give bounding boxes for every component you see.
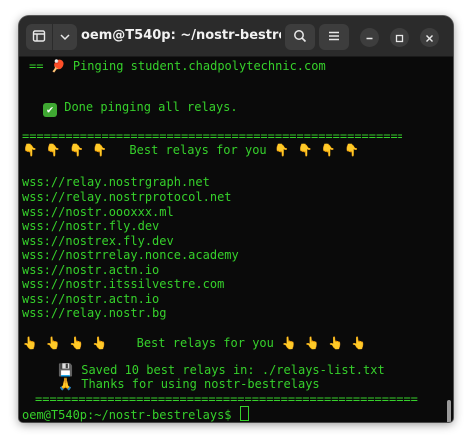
hamburger-menu-button[interactable] bbox=[319, 24, 349, 50]
minimize-button[interactable] bbox=[360, 28, 379, 47]
search-icon bbox=[293, 28, 307, 47]
best-header-line: 👇 👇 👇 👇 Best relays for you 👇 👇 👇 👇 bbox=[22, 143, 360, 158]
pointing-up-icon: 👆 bbox=[68, 336, 84, 350]
relay-line: wss://nostr.actn.io bbox=[22, 263, 160, 277]
tab-menu-button[interactable] bbox=[53, 24, 77, 50]
pointing-down-icon: 👇 bbox=[274, 143, 290, 157]
relay-line: wss://relay.nostrprotocol.net bbox=[22, 190, 232, 204]
terminal-output[interactable]: == 🏓 Pinging student.chadpolytechnic.com… bbox=[19, 57, 453, 422]
shell-prompt: oem@T540p:~/nostr-bestrelays$ bbox=[22, 408, 232, 422]
pointing-down-icon: 👇 bbox=[22, 143, 38, 157]
minimize-icon bbox=[365, 28, 374, 47]
title-bar: oem@T540p: ~/nostr-bestrel... bbox=[19, 16, 453, 57]
relay-line: wss://relay.nostrgraph.net bbox=[22, 175, 210, 189]
terminal-window: oem@T540p: ~/nostr-bestrel... bbox=[19, 16, 453, 422]
separator-top: ========================================… bbox=[22, 129, 402, 143]
folded-hands-icon: 🙏 bbox=[58, 377, 73, 391]
pointing-down-icon: 👇 bbox=[45, 143, 61, 157]
pointing-down-icon: 👇 bbox=[68, 143, 84, 157]
relay-line: wss://nostrrelay.nonce.academy bbox=[22, 248, 239, 262]
prompt-line[interactable]: oem@T540p:~/nostr-bestrelays$ bbox=[22, 406, 249, 422]
pointing-down-icon: 👇 bbox=[344, 143, 360, 157]
close-icon bbox=[425, 28, 434, 47]
floppy-disk-icon: 💾 bbox=[58, 363, 73, 377]
pointing-up-icon: 👆 bbox=[92, 336, 108, 350]
best-header-text: Best relays for you bbox=[129, 143, 267, 157]
pointing-up-icon: 👆 bbox=[304, 336, 320, 350]
pointing-down-icon: 👇 bbox=[92, 143, 108, 157]
saved-line: 💾 Saved 10 best relays in: ./relays-list… bbox=[57, 363, 385, 378]
pointing-down-icon: 👇 bbox=[320, 143, 336, 157]
text-cursor bbox=[239, 406, 249, 421]
chevron-down-icon bbox=[59, 28, 71, 47]
new-tab-icon bbox=[32, 28, 46, 47]
done-line: ✔ Done pinging all relays. bbox=[43, 100, 238, 117]
pinging-line: == 🏓 Pinging student.chadpolytechnic.com bbox=[29, 59, 326, 73]
pointing-up-icon: 👆 bbox=[281, 336, 297, 350]
new-tab-button[interactable] bbox=[26, 24, 52, 50]
close-button[interactable] bbox=[420, 28, 439, 47]
search-button[interactable] bbox=[285, 24, 315, 50]
scrollbar[interactable] bbox=[447, 400, 451, 422]
relay-line: wss://nostr.actn.io bbox=[22, 292, 160, 306]
best-footer-line: 👆 👆 👆 👆 Best relays for you 👆 👆 👆 👆 bbox=[22, 336, 367, 351]
hamburger-menu-icon bbox=[327, 28, 341, 47]
relay-line: wss://nostr.oooxxx.ml bbox=[22, 205, 174, 219]
window-title: oem@T540p: ~/nostr-bestrel... bbox=[81, 28, 281, 43]
pointing-up-icon: 👆 bbox=[45, 336, 61, 350]
pointing-up-icon: 👆 bbox=[22, 336, 38, 350]
maximize-button[interactable] bbox=[390, 28, 409, 47]
done-text: Done pinging all relays. bbox=[64, 100, 238, 114]
maximize-icon bbox=[395, 28, 404, 47]
thanks-line: 🙏 Thanks for using nostr-bestrelays bbox=[57, 377, 320, 392]
pointing-down-icon: 👇 bbox=[297, 143, 313, 157]
relay-line: wss://relay.nostr.bg bbox=[22, 306, 167, 320]
pointing-up-icon: 👆 bbox=[351, 336, 367, 350]
thanks-text: Thanks for using nostr-bestrelays bbox=[81, 377, 320, 391]
separator-bottom: ========================================… bbox=[35, 392, 418, 406]
best-footer-text: Best relays for you bbox=[136, 336, 274, 350]
relay-line: wss://nostr.fly.dev bbox=[22, 219, 160, 233]
pointing-up-icon: 👆 bbox=[328, 336, 344, 350]
relay-line: wss://nostrex.fly.dev bbox=[22, 234, 174, 248]
relay-line: wss://nostr.itssilvestre.com bbox=[22, 277, 225, 291]
saved-text: Saved 10 best relays in: ./relays-list.t… bbox=[81, 363, 385, 377]
checkmark-icon: ✔ bbox=[43, 103, 57, 117]
